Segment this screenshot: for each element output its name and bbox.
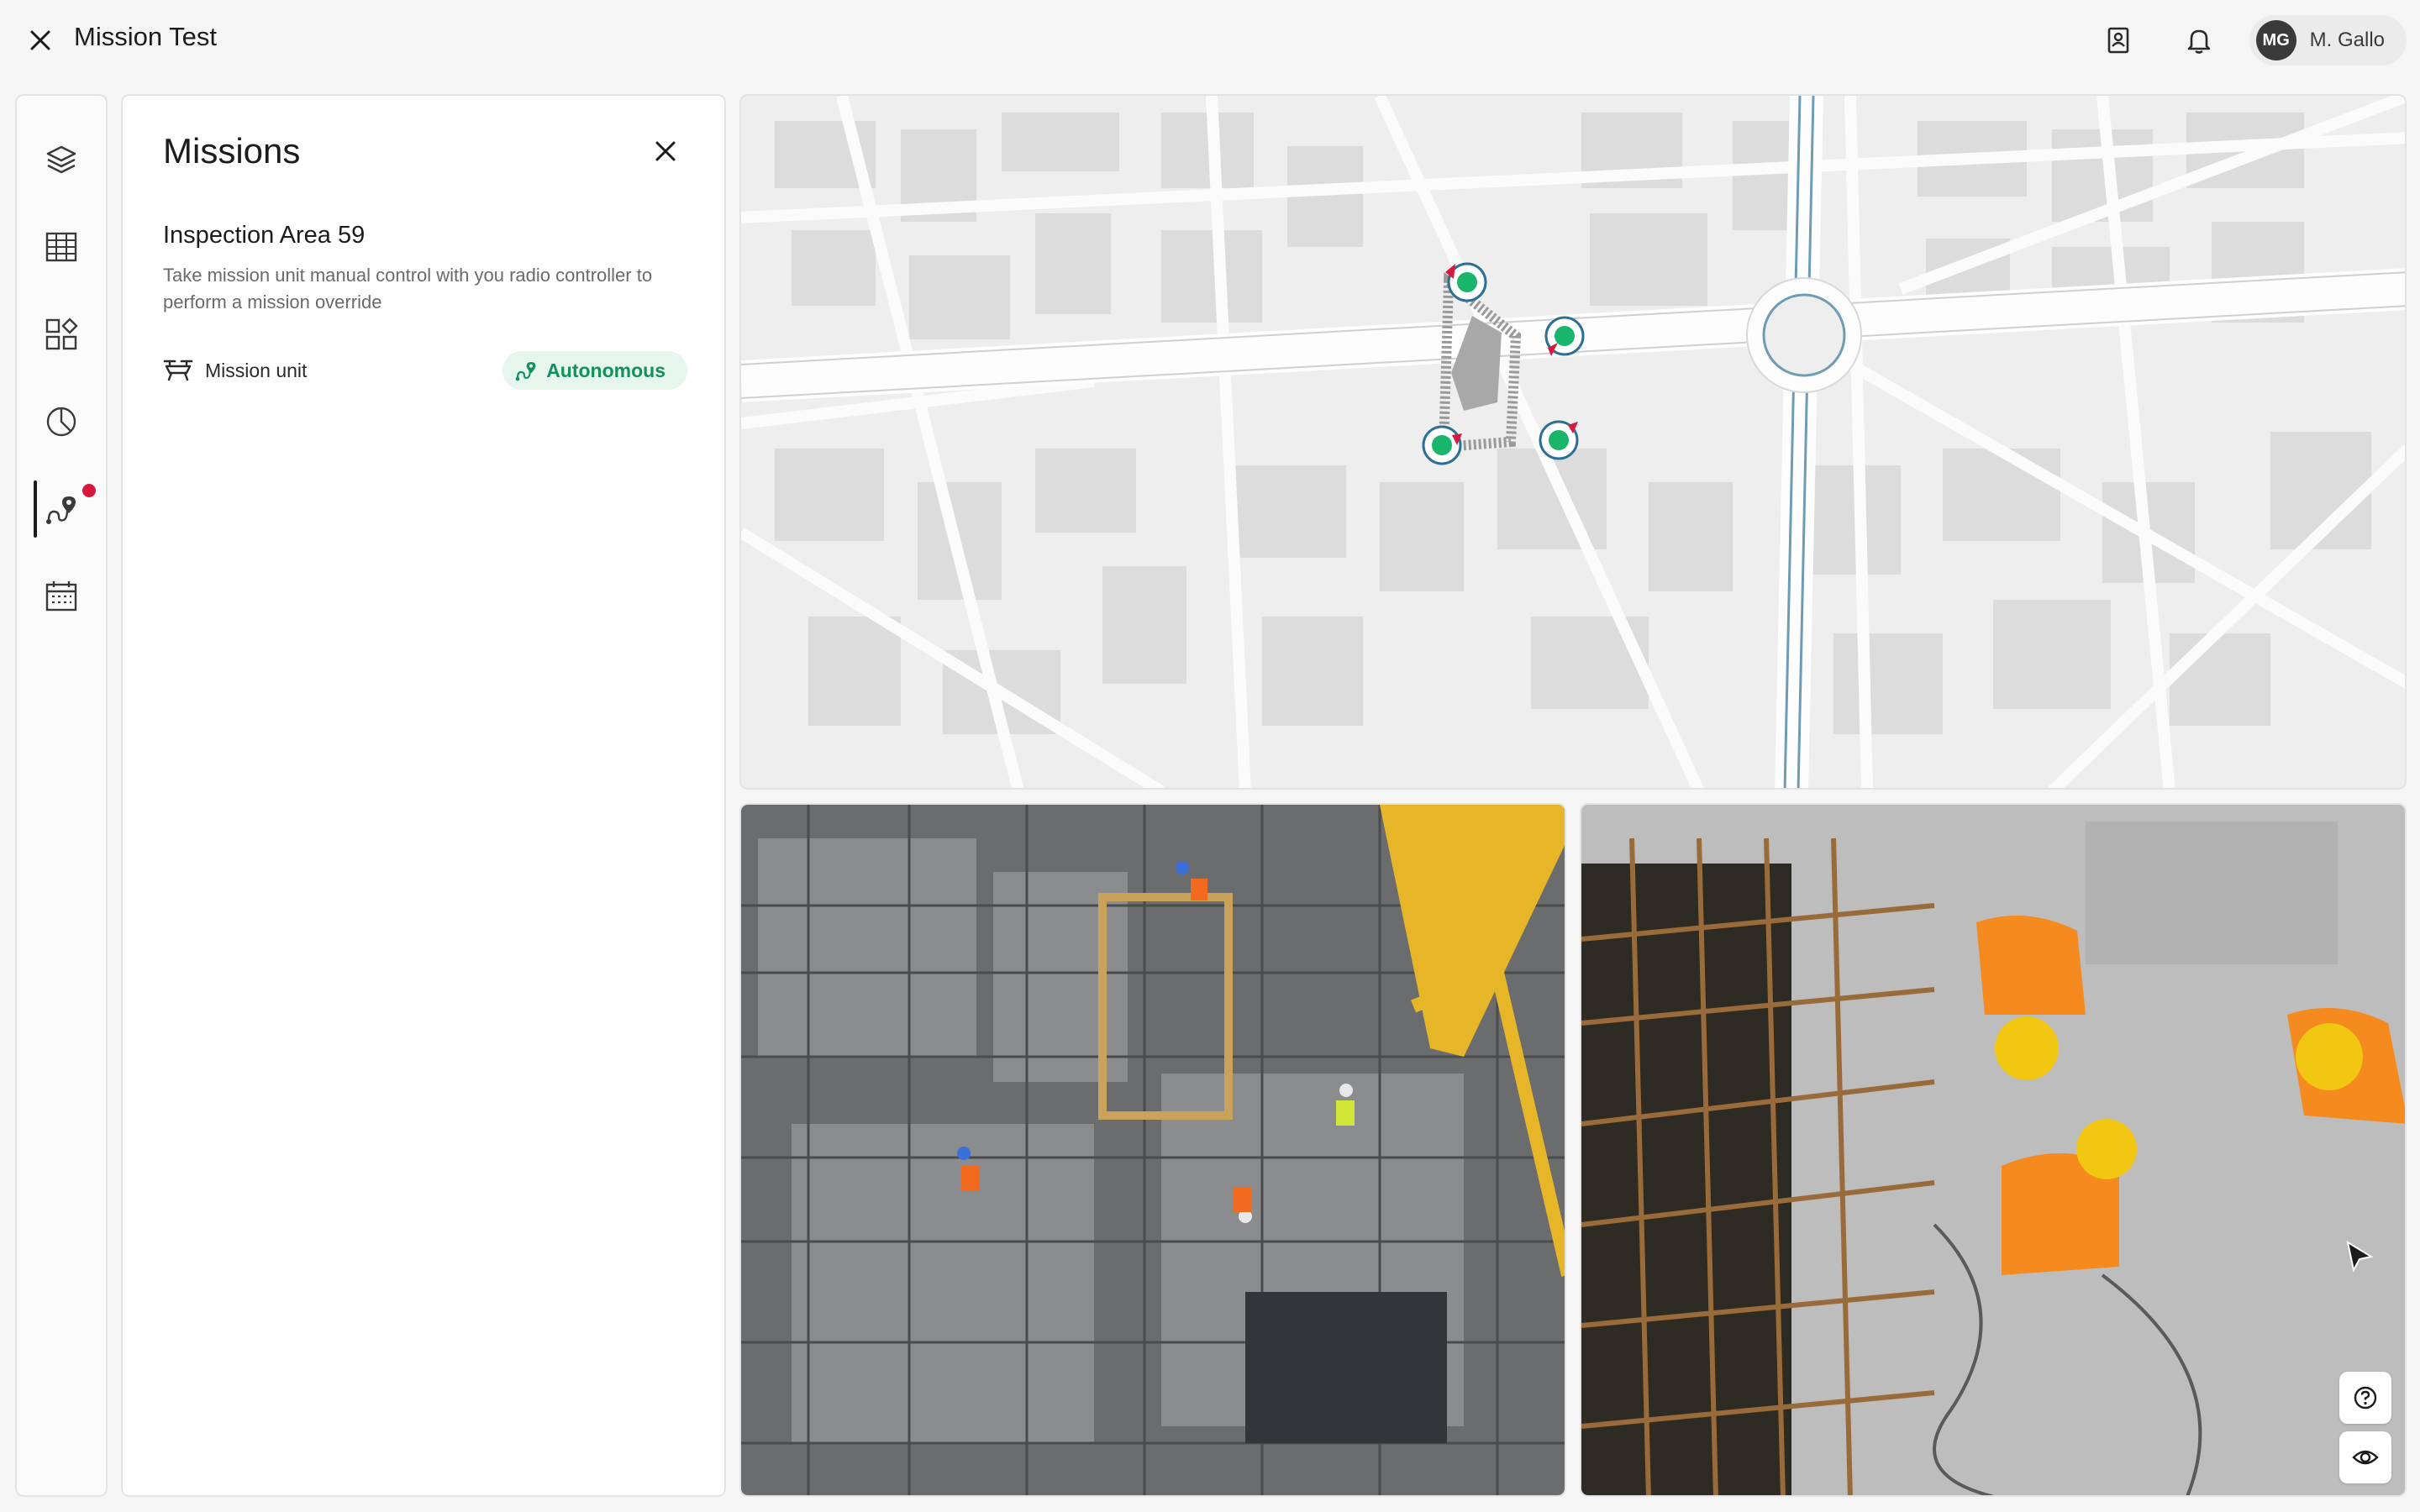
- rail-item-analytics[interactable]: [17, 391, 106, 452]
- camera-feed-1[interactable]: [739, 803, 1566, 1497]
- notification-dot: [82, 484, 96, 497]
- pointer-cursor-icon: [2346, 1240, 2374, 1273]
- mission-route-icon: [46, 496, 76, 524]
- top-actions: MG M. Gallo: [2088, 15, 2407, 66]
- help-button[interactable]: [2339, 1372, 2391, 1424]
- layers-icon: [46, 145, 76, 174]
- rail-item-missions[interactable]: [17, 479, 106, 539]
- mission-map[interactable]: [739, 94, 2407, 790]
- rail-item-calendar[interactable]: [17, 566, 106, 627]
- notifications-button[interactable]: [2169, 15, 2229, 66]
- top-bar: Mission Test MG M. Gallo: [0, 0, 2420, 81]
- eye-icon: [2352, 1450, 2379, 1465]
- feed-1-image: [741, 805, 1565, 1495]
- close-icon: [655, 141, 676, 161]
- avatar: MG: [2255, 20, 2296, 60]
- camera-feed-2[interactable]: [1580, 803, 2407, 1497]
- pie-chart-icon: [46, 407, 76, 437]
- close-icon: [30, 30, 50, 50]
- contact-book-icon: [2107, 27, 2128, 54]
- rail-item-widgets[interactable]: [17, 304, 106, 365]
- table-icon: [45, 232, 77, 262]
- map-canvas: [741, 96, 2405, 788]
- mission-description: Take mission unit manual control with yo…: [163, 265, 653, 312]
- bell-icon: [2187, 29, 2210, 54]
- calendar-icon: [45, 581, 77, 612]
- panel-title: Missions: [163, 131, 301, 171]
- contacts-button[interactable]: [2088, 15, 2149, 66]
- mission-unit-row: Mission unit Autonomous: [163, 349, 687, 391]
- status-badge: Autonomous: [502, 351, 687, 390]
- user-menu[interactable]: MG M. Gallo: [2249, 15, 2407, 66]
- autonomous-route-icon: [515, 362, 536, 381]
- missions-panel: Missions Inspection Area 59 Take mission…: [121, 94, 726, 1497]
- feed-2-image: [1581, 805, 2405, 1495]
- app-title: Mission Test: [74, 22, 217, 51]
- user-name: M. Gallo: [2309, 29, 2385, 51]
- mission-unit-label: Mission unit: [163, 358, 307, 383]
- mission-unit-text: Mission unit: [205, 359, 308, 381]
- drone-icon: [163, 360, 193, 381]
- mission-name: Inspection Area 59: [163, 222, 366, 249]
- left-rail: [15, 94, 108, 1497]
- help-icon: [2354, 1386, 2377, 1410]
- rail-item-layers[interactable]: [17, 129, 106, 190]
- close-panel-button[interactable]: [647, 133, 684, 170]
- close-app-button[interactable]: [24, 24, 57, 57]
- widgets-icon: [45, 318, 78, 350]
- status-text: Autonomous: [546, 359, 666, 381]
- view-toggle-button[interactable]: [2339, 1431, 2391, 1483]
- rail-item-table[interactable]: [17, 217, 106, 277]
